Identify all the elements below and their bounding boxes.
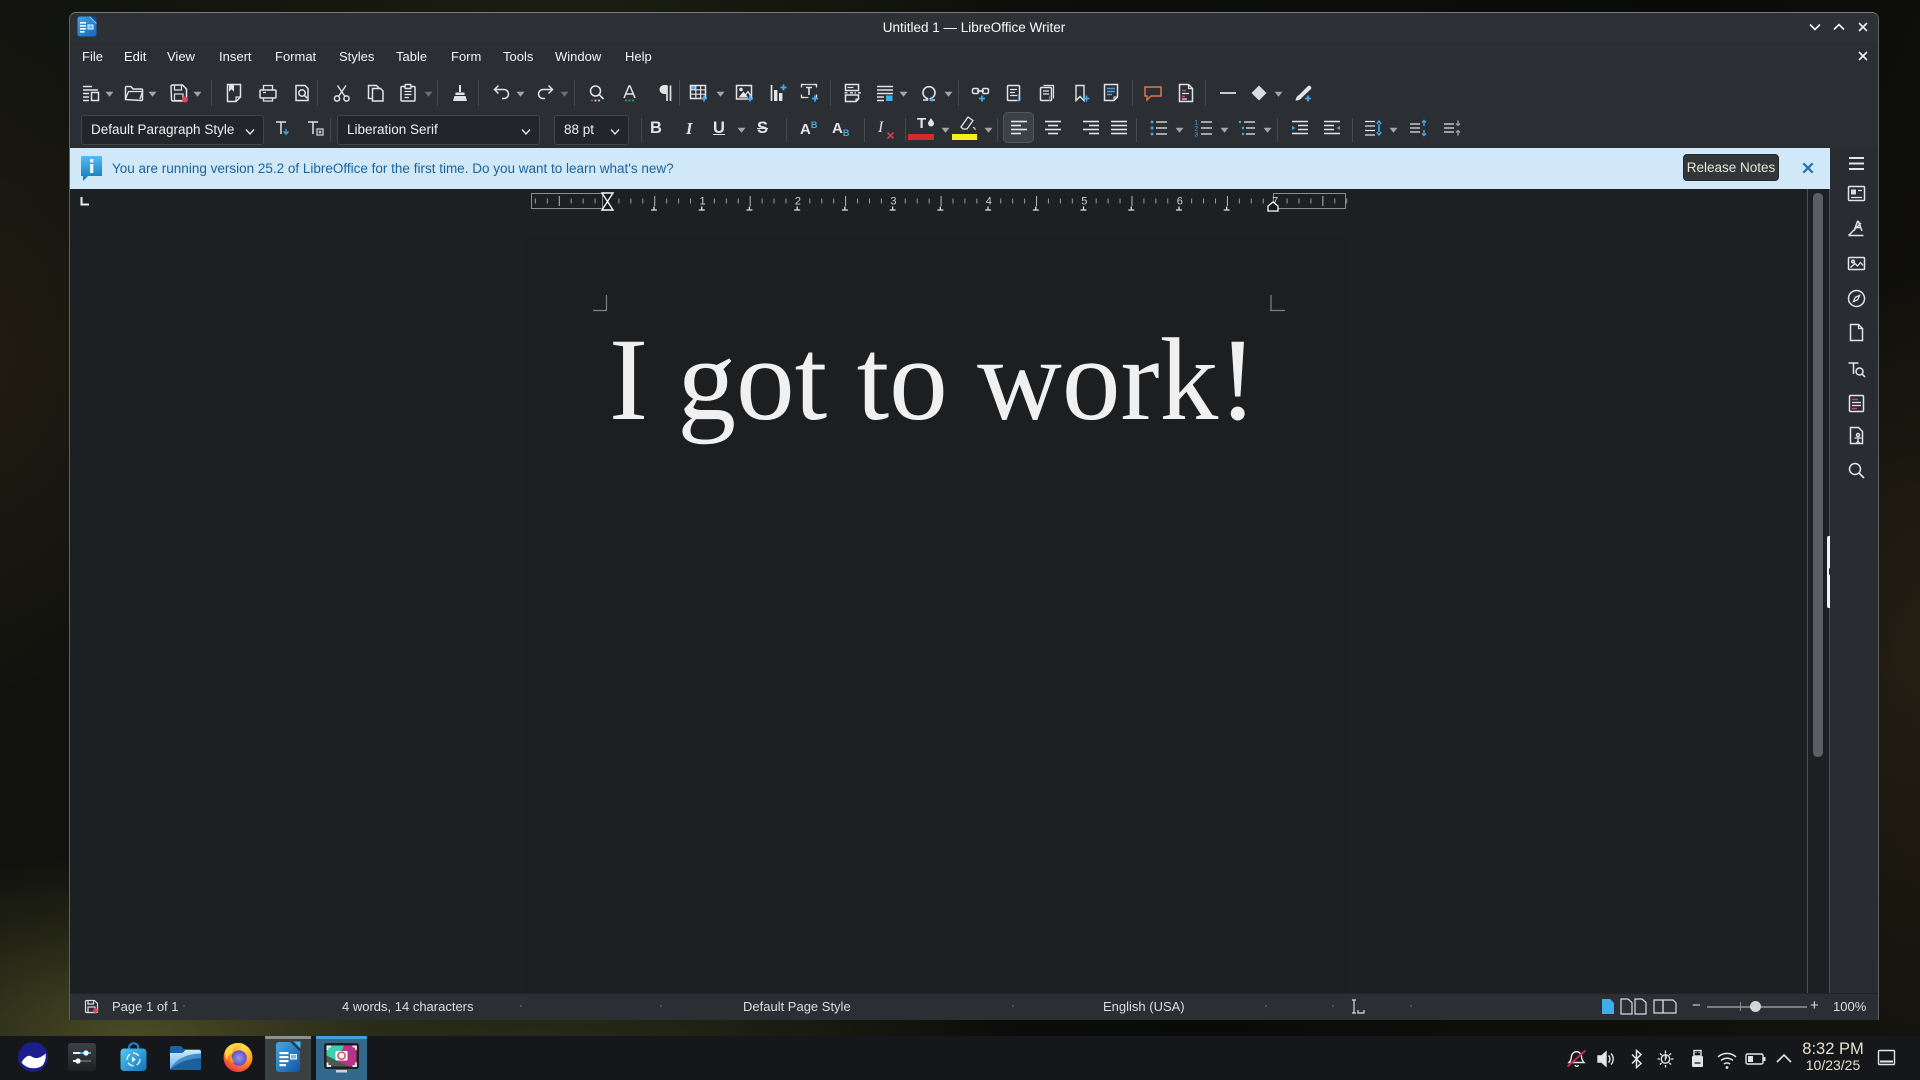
- svg-text:3: 3: [1195, 132, 1199, 139]
- svg-text:1: 1: [1016, 93, 1021, 103]
- svg-text:i: i: [1049, 93, 1051, 103]
